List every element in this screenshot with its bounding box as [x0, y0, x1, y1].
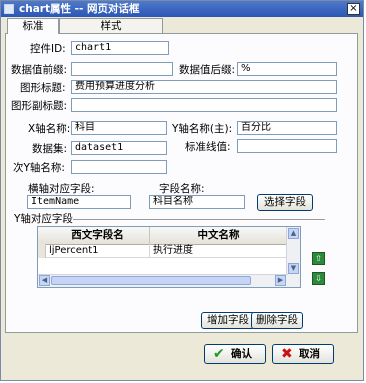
grid-vertical-scrollbar[interactable]: ▲ ▼	[286, 227, 300, 287]
value-prefix-input[interactable]	[71, 62, 173, 76]
move-down-icon[interactable]: ⇩	[312, 272, 325, 285]
y-axis-name-label: Y轴名称(主):	[172, 123, 233, 135]
x-field-input[interactable]: ItemName	[27, 195, 131, 209]
chart-subtitle-input[interactable]	[71, 98, 337, 112]
value-prefix-label: 数据值前缀:	[11, 64, 68, 76]
scroll-down-icon[interactable]: ▼	[288, 263, 299, 274]
chart-title-label: 图形标题:	[20, 82, 66, 94]
dataset-input[interactable]: dataset1	[71, 141, 167, 155]
dataset-label: 数据集:	[32, 143, 68, 155]
x-field-label: 横轴对应字段:	[28, 183, 95, 195]
delete-field-button[interactable]: 删除字段	[251, 312, 303, 329]
control-id-input[interactable]: chart1	[71, 41, 169, 55]
section-divider	[73, 219, 325, 220]
select-field-button[interactable]: 选择字段	[257, 194, 313, 211]
move-up-icon[interactable]: ⇧	[312, 252, 325, 265]
field-name-label: 字段名称:	[159, 183, 205, 195]
tab-standard[interactable]: 标准	[7, 18, 59, 34]
title-bar[interactable]: chart属性 -- 网页对话框 ×	[1, 1, 363, 17]
grid-cell-name[interactable]: 执行进度	[150, 244, 288, 258]
y-field-grid[interactable]: 西文字段名 中文名称 ljPercent1 执行进度 ▲ ▼ ◀ ▶	[37, 226, 301, 288]
value-suffix-label: 数据值后缀:	[179, 64, 236, 76]
add-field-button[interactable]: 增加字段	[201, 312, 255, 329]
scroll-up-icon[interactable]: ▲	[288, 228, 299, 239]
scroll-left-icon[interactable]: ◀	[39, 275, 50, 286]
dialog-window: chart属性 -- 网页对话框 × 标准 样式 控件ID: chart1 数据…	[0, 0, 364, 381]
close-x-icon: ✖	[281, 346, 293, 362]
window-icon	[4, 4, 14, 14]
window-title: chart属性 -- 网页对话框	[19, 3, 140, 15]
grid-header-field[interactable]: 西文字段名	[46, 227, 150, 244]
field-name-input[interactable]: 科目名称	[149, 195, 245, 209]
value-suffix-input[interactable]: %	[237, 62, 337, 76]
y-field-section-label: Y轴对应字段	[14, 213, 73, 225]
chart-subtitle-label: 图形副标题:	[11, 100, 68, 112]
std-line-input[interactable]	[237, 139, 337, 153]
y-axis-name-input[interactable]: 百分比	[237, 121, 337, 135]
sub-y-axis-name-input[interactable]	[71, 160, 167, 174]
grid-header: 西文字段名 中文名称	[38, 227, 288, 245]
grid-cell-field[interactable]: ljPercent1	[46, 244, 150, 258]
row-selector[interactable]	[38, 244, 46, 258]
cancel-button[interactable]: ✖ 取消	[272, 344, 334, 364]
ok-label: 确认	[231, 348, 252, 360]
close-icon[interactable]: ×	[347, 3, 360, 15]
chart-title-input[interactable]: 费用预算进度分析	[71, 80, 337, 94]
x-axis-name-input[interactable]: 科目	[71, 121, 167, 135]
scroll-thumb[interactable]	[51, 276, 251, 285]
ok-button[interactable]: ✔ 确认	[204, 344, 266, 364]
grid-horizontal-scrollbar[interactable]: ◀ ▶	[38, 274, 288, 287]
grid-header-name[interactable]: 中文名称	[150, 227, 288, 244]
x-axis-name-label: X轴名称:	[28, 123, 71, 135]
std-line-label: 标准线值:	[185, 141, 231, 153]
cancel-label: 取消	[299, 348, 320, 360]
sub-y-axis-name-label: 次Y轴名称:	[13, 162, 65, 174]
scroll-right-icon[interactable]: ▶	[275, 275, 286, 286]
check-icon: ✔	[213, 346, 225, 362]
control-id-label: 控件ID:	[30, 43, 66, 55]
tab-style[interactable]: 样式	[59, 18, 163, 33]
